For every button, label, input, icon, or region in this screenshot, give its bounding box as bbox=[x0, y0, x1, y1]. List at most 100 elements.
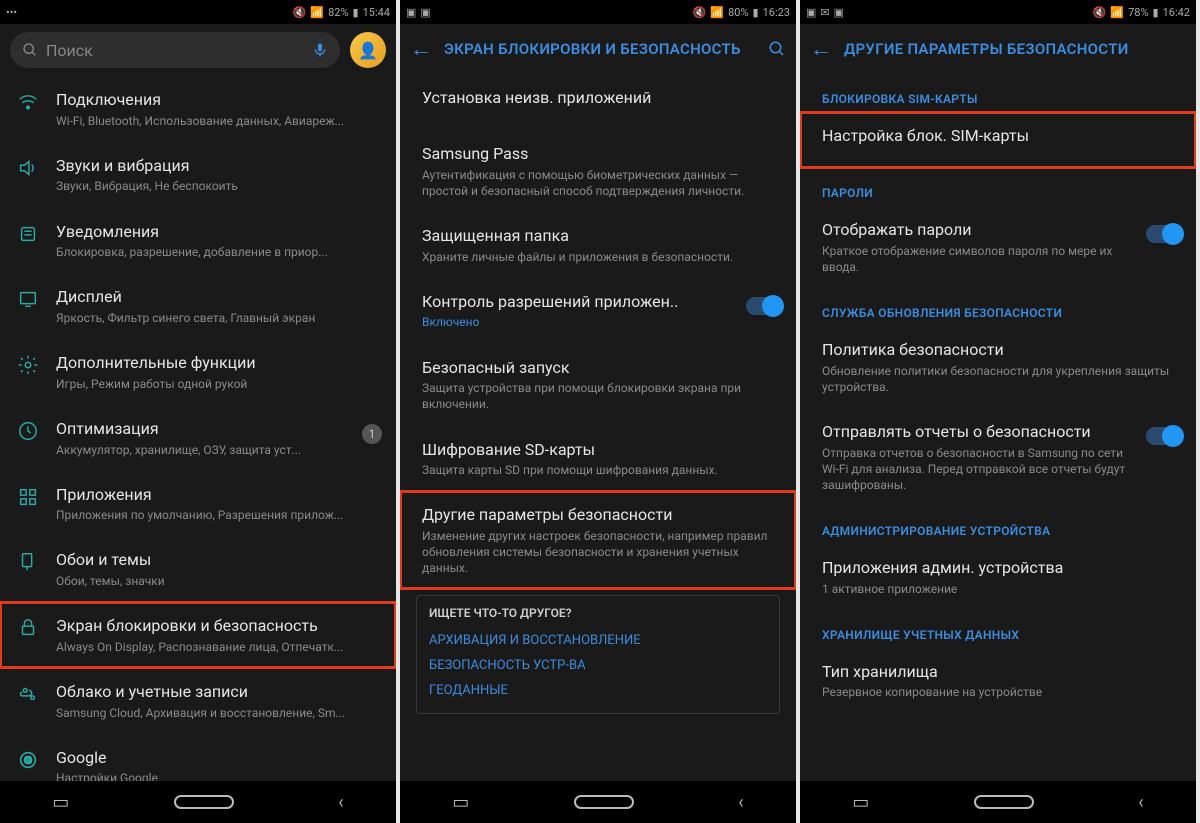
setting-sub: Резервное копирование на устройстве bbox=[822, 684, 1182, 700]
setting-title: Защищенная папка bbox=[422, 225, 782, 247]
setting-text: Приложения админ. устройства1 активное п… bbox=[822, 557, 1182, 597]
setting-item[interactable]: Samsung PassАутентификация с помощью био… bbox=[400, 130, 796, 212]
setting-item[interactable]: Шифрование SD-картыЗащита карты SD при п… bbox=[400, 426, 796, 492]
setting-item[interactable]: Тип хранилищаРезервное копирование на ус… bbox=[800, 648, 1196, 714]
nav-back-icon[interactable]: ‹ bbox=[738, 792, 743, 813]
search-icon[interactable] bbox=[768, 40, 786, 58]
nav-recent-icon[interactable]: ▭ bbox=[52, 792, 69, 813]
nav-recent-icon[interactable]: ▭ bbox=[852, 792, 869, 813]
section-header: СЛУЖБА ОБНОВЛЕНИЯ БЕЗОПАСНОСТИ bbox=[800, 288, 1196, 326]
setting-text: Отображать паролиКраткое отображение сим… bbox=[822, 219, 1132, 275]
setting-title: Отображать пароли bbox=[822, 219, 1132, 241]
setting-item[interactable]: Приложения админ. устройства1 активное п… bbox=[800, 544, 1196, 610]
screenshot-icon: ▣ bbox=[834, 6, 844, 19]
nav-home-icon[interactable] bbox=[574, 795, 634, 809]
setting-item-wallpaper[interactable]: Обои и темыОбои, темы, значки bbox=[0, 536, 396, 602]
setting-item-connections[interactable]: ПодключенияWi-Fi, Bluetooth, Использован… bbox=[0, 76, 396, 142]
nav-back-icon[interactable]: ‹ bbox=[338, 792, 343, 813]
other-link[interactable]: БЕЗОПАСНОСТЬ УСТР-ВА bbox=[429, 653, 767, 678]
page-title: ЭКРАН БЛОКИРОВКИ И БЕЗОПАСНОСТЬ bbox=[444, 40, 756, 58]
section-header: БЛОКИРОВКА SIM-КАРТЫ bbox=[800, 74, 1196, 112]
nav-recent-icon[interactable]: ▭ bbox=[452, 792, 469, 813]
setting-item[interactable]: Безопасный запускЗащита устройства при п… bbox=[400, 344, 796, 426]
search-placeholder: Поиск bbox=[46, 41, 93, 60]
setting-title: Установка неизв. приложений bbox=[422, 87, 782, 109]
setting-text: УведомленияБлокировка, разрешение, добав… bbox=[56, 221, 382, 261]
setting-title: Приложения админ. устройства bbox=[822, 557, 1182, 579]
setting-sub: Always On Display, Распознавание лица, О… bbox=[56, 639, 382, 655]
toggle[interactable] bbox=[746, 297, 782, 315]
setting-item[interactable]: Защищенная папка Храните личные файлы и п… bbox=[400, 212, 796, 278]
svg-text:G: G bbox=[24, 755, 32, 766]
setting-title: Политика безопасности bbox=[822, 339, 1182, 361]
setting-title: Дополнительные функции bbox=[56, 352, 382, 374]
setting-item-sound[interactable]: Звуки и вибрацияЗвуки, Вибрация, Не бесп… bbox=[0, 142, 396, 208]
setting-text: Контроль разрешений приложен..Включено bbox=[422, 291, 732, 331]
setting-sub: Обои, темы, значки bbox=[56, 573, 382, 589]
setting-text: Отправлять отчеты о безопасностиОтправка… bbox=[822, 421, 1132, 493]
other-link[interactable]: ГЕОДАННЫЕ bbox=[429, 678, 767, 703]
app-header: ← ЭКРАН БЛОКИРОВКИ И БЕЗОПАСНОСТЬ bbox=[400, 24, 796, 74]
badge: 1 bbox=[362, 424, 382, 444]
nav-home-icon[interactable] bbox=[974, 795, 1034, 809]
setting-item-cloud[interactable]: Облако и учетные записиSamsung Cloud, Ар… bbox=[0, 668, 396, 734]
other-link[interactable]: АРХИВАЦИЯ И ВОССТАНОВЛЕНИЕ bbox=[429, 628, 767, 653]
setting-item-apps[interactable]: ПриложенияПриложения по умолчанию, Разре… bbox=[0, 471, 396, 537]
setting-item[interactable]: Установка неизв. приложений bbox=[400, 74, 796, 130]
section-header: ХРАНИЛИЩЕ УЧЕТНЫХ ДАННЫХ bbox=[800, 610, 1196, 648]
toggle[interactable] bbox=[1146, 225, 1182, 243]
avatar[interactable]: 👤 bbox=[350, 32, 386, 68]
setting-sub: Защита устройства при помощи блокировки … bbox=[422, 380, 782, 412]
setting-sub: Wi-Fi, Bluetooth, Использование данных, … bbox=[56, 113, 382, 129]
clock: 15:44 bbox=[363, 6, 390, 19]
setting-item[interactable]: Настройка блок. SIM-карты bbox=[800, 112, 1196, 168]
setting-title: Приложения bbox=[56, 484, 382, 506]
setting-text: Samsung PassАутентификация с помощью био… bbox=[422, 143, 782, 199]
setting-text: Тип хранилищаРезервное копирование на ус… bbox=[822, 661, 1182, 701]
settings-list: ПодключенияWi-Fi, Bluetooth, Использован… bbox=[0, 76, 396, 781]
toggle[interactable] bbox=[1146, 427, 1182, 445]
setting-sub: Яркость, Фильтр синего света, Главный эк… bbox=[56, 310, 382, 326]
setting-sub: Блокировка, разрешение, добавление в при… bbox=[56, 244, 382, 260]
setting-title: Настройка блок. SIM-карты bbox=[822, 125, 1182, 147]
status-bar: ▣ ▣ 🔇 📶 80% ▮ 16:23 bbox=[400, 0, 796, 24]
mic-icon[interactable] bbox=[312, 40, 328, 60]
mute-icon: 🔇 bbox=[1093, 6, 1107, 19]
nav-back-icon[interactable]: ‹ bbox=[1138, 792, 1143, 813]
nav-home-icon[interactable] bbox=[174, 795, 234, 809]
section-header: АДМИНИСТРИРОВАНИЕ УСТРОЙСТВА bbox=[800, 506, 1196, 544]
setting-item[interactable]: Другие параметры безопасностиИзменение д… bbox=[400, 491, 796, 589]
setting-text: Защищенная папка Храните личные файлы и п… bbox=[422, 225, 782, 265]
setting-text: Экран блокировки и безопасностьAlways On… bbox=[56, 615, 382, 655]
setting-text: ПриложенияПриложения по умолчанию, Разре… bbox=[56, 484, 382, 524]
screenshot-icon: ▣ bbox=[806, 6, 816, 19]
setting-sub: Храните личные файлы и приложения в безо… bbox=[422, 249, 782, 265]
notifications-icon bbox=[14, 223, 42, 245]
back-arrow-icon[interactable]: ← bbox=[410, 36, 432, 62]
setting-item-notifications[interactable]: УведомленияБлокировка, разрешение, добав… bbox=[0, 208, 396, 274]
setting-title: Google bbox=[56, 747, 382, 769]
nav-bar: ▭ ‹ bbox=[400, 781, 796, 823]
mail-icon: ✉ bbox=[820, 6, 829, 19]
setting-item-google[interactable]: G GoogleНастройки Google bbox=[0, 734, 396, 781]
setting-item-advanced[interactable]: Дополнительные функцииИгры, Режим работы… bbox=[0, 339, 396, 405]
signal-icon: 📶 bbox=[1110, 6, 1124, 19]
setting-item-lock[interactable]: Экран блокировки и безопасностьAlways On… bbox=[0, 602, 396, 668]
setting-text: Дополнительные функцииИгры, Режим работы… bbox=[56, 352, 382, 392]
setting-item[interactable]: Политика безопасностиОбновление политики… bbox=[800, 326, 1196, 408]
setting-item[interactable]: Контроль разрешений приложен..Включено bbox=[400, 278, 796, 344]
setting-item-maintenance[interactable]: ОптимизацияАккумулятор, хранилище, ОЗУ, … bbox=[0, 405, 396, 471]
setting-item-display[interactable]: ДисплейЯркость, Фильтр синего света, Гла… bbox=[0, 273, 396, 339]
search-input[interactable]: Поиск bbox=[10, 32, 340, 68]
setting-sub: Звуки, Вибрация, Не беспокоить bbox=[56, 178, 382, 194]
setting-item[interactable]: Отправлять отчеты о безопасностиОтправка… bbox=[800, 408, 1196, 506]
back-arrow-icon[interactable]: ← bbox=[810, 36, 832, 62]
signal-icon: 📶 bbox=[310, 6, 324, 19]
setting-text: Политика безопасностиОбновление политики… bbox=[822, 339, 1182, 395]
setting-text: ПодключенияWi-Fi, Bluetooth, Использован… bbox=[56, 89, 382, 129]
setting-item[interactable]: Отображать паролиКраткое отображение сим… bbox=[800, 206, 1196, 288]
cloud-icon bbox=[14, 683, 42, 705]
screenshot-icon: ▣ bbox=[420, 6, 430, 19]
setting-sub: Настройки Google bbox=[56, 770, 382, 781]
setting-text: Обои и темыОбои, темы, значки bbox=[56, 549, 382, 589]
